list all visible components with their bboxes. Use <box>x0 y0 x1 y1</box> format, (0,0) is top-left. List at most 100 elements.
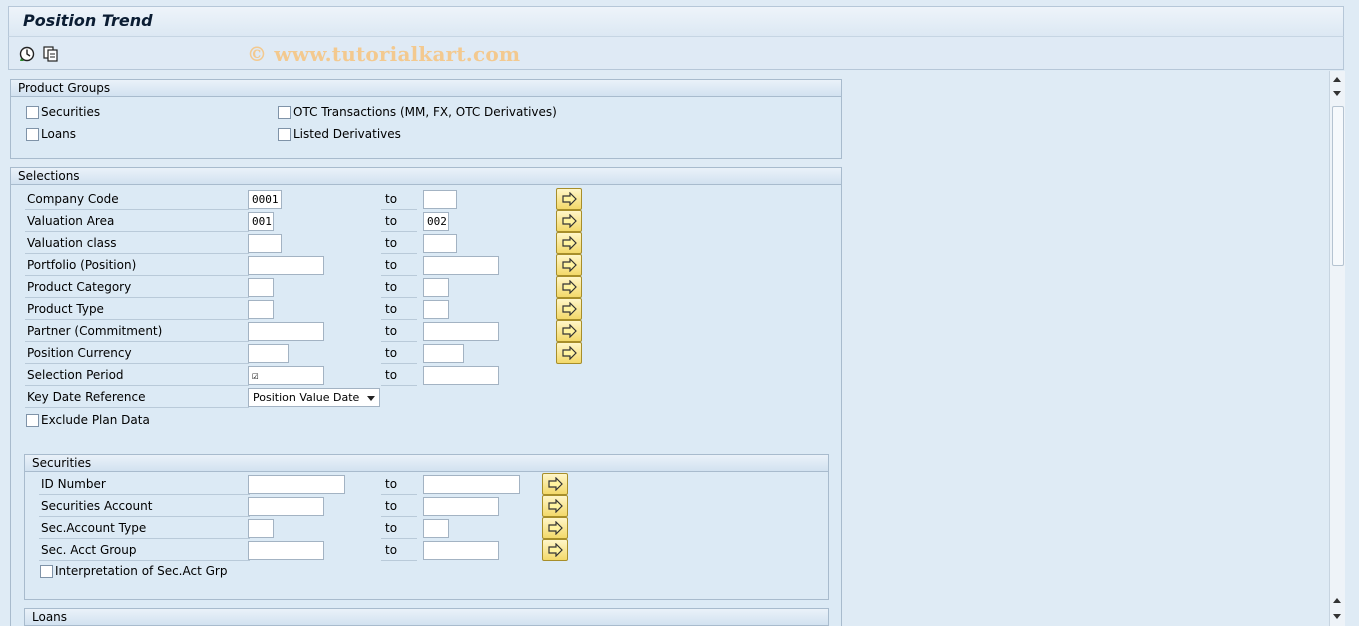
arrow-right-icon <box>562 214 577 228</box>
sec-acct-group-from-input[interactable] <box>248 541 324 560</box>
sec-account-type-label: Sec.Account Type <box>39 519 250 539</box>
key-date-reference-select[interactable]: Position Value Date <box>248 388 380 407</box>
product-groups-box: Product Groups Securities Loans OTC Tran… <box>10 79 842 159</box>
sec-acct-group-multiple-selection-button[interactable] <box>542 539 568 561</box>
exclude-plan-data-label: Exclude Plan Data <box>41 413 150 427</box>
watermark: © www.tutorialkart.com <box>247 42 521 66</box>
selections-header: Selections <box>11 168 841 185</box>
sec-account-type-from-input[interactable] <box>248 519 274 538</box>
to-label: to <box>381 300 417 320</box>
exclude-plan-data-checkbox[interactable] <box>26 414 39 427</box>
vertical-scrollbar[interactable] <box>1329 71 1345 626</box>
arrow-right-icon <box>548 499 563 513</box>
sec-acct-group-to-input[interactable] <box>423 541 499 560</box>
arrow-right-icon <box>562 192 577 206</box>
title-bar: Position Trend <box>8 6 1344 36</box>
company-code-from-input[interactable]: 0001 <box>248 190 282 209</box>
arrow-right-icon <box>548 477 563 491</box>
to-label: to <box>381 322 417 342</box>
application-toolbar: © www.tutorialkart.com <box>8 36 1344 70</box>
securities-account-to-input[interactable] <box>423 497 499 516</box>
position-currency-from-input[interactable] <box>248 344 289 363</box>
to-label: to <box>381 234 417 254</box>
partner-multiple-selection-button[interactable] <box>556 320 582 342</box>
product-category-to-input[interactable] <box>423 278 449 297</box>
id-number-to-input[interactable] <box>423 475 520 494</box>
loans-checkbox[interactable] <box>26 128 39 141</box>
to-label: to <box>381 497 417 517</box>
portfolio-from-input[interactable] <box>248 256 324 275</box>
partner-label: Partner (Commitment) <box>25 322 249 342</box>
valuation-class-label: Valuation class <box>25 234 249 254</box>
loans-header: Loans <box>25 609 828 626</box>
to-label: to <box>381 519 417 539</box>
listed-derivatives-checkbox[interactable] <box>278 128 291 141</box>
partner-from-input[interactable] <box>248 322 324 341</box>
selections-box: Selections Company Code 0001 to Valuatio… <box>10 167 842 626</box>
sec-acct-group-label: Sec. Acct Group <box>39 541 250 561</box>
id-number-from-input[interactable] <box>248 475 345 494</box>
scroll-down-icon[interactable] <box>1333 91 1341 96</box>
selection-period-to-input[interactable] <box>423 366 499 385</box>
company-code-to-input[interactable] <box>423 190 457 209</box>
scrollbar-thumb[interactable] <box>1332 106 1344 266</box>
product-type-multiple-selection-button[interactable] <box>556 298 582 320</box>
sec-account-type-to-input[interactable] <box>423 519 449 538</box>
to-label: to <box>381 344 417 364</box>
scroll-page-up-icon[interactable] <box>1333 598 1341 603</box>
position-currency-label: Position Currency <box>25 344 249 364</box>
interpretation-sec-act-grp-label: Interpretation of Sec.Act Grp <box>55 564 228 578</box>
to-label: to <box>381 475 417 495</box>
product-category-multiple-selection-button[interactable] <box>556 276 582 298</box>
to-label: to <box>381 366 417 386</box>
arrow-right-icon <box>548 543 563 557</box>
selection-screen: Product Groups Securities Loans OTC Tran… <box>0 71 1328 626</box>
to-label: to <box>381 212 417 232</box>
chevron-down-icon <box>367 396 375 401</box>
position-currency-multiple-selection-button[interactable] <box>556 342 582 364</box>
valuation-area-from-input[interactable]: 001 <box>248 212 274 231</box>
loans-checkbox-label: Loans <box>41 127 77 141</box>
scroll-page-down-icon[interactable] <box>1333 614 1341 619</box>
portfolio-multiple-selection-button[interactable] <box>556 254 582 276</box>
valuation-class-multiple-selection-button[interactable] <box>556 232 582 254</box>
arrow-right-icon <box>562 324 577 338</box>
arrow-right-icon <box>548 521 563 535</box>
securities-checkbox[interactable] <box>26 106 39 119</box>
product-category-from-input[interactable] <box>248 278 274 297</box>
valuation-class-from-input[interactable] <box>248 234 282 253</box>
company-code-label: Company Code <box>25 190 249 210</box>
key-date-reference-label: Key Date Reference <box>25 388 249 408</box>
product-type-label: Product Type <box>25 300 249 320</box>
securities-header: Securities <box>25 455 828 472</box>
position-currency-to-input[interactable] <box>423 344 464 363</box>
id-number-multiple-selection-button[interactable] <box>542 473 568 495</box>
product-type-to-input[interactable] <box>423 300 449 319</box>
loans-box: Loans <box>24 608 829 626</box>
valuation-class-to-input[interactable] <box>423 234 457 253</box>
to-label: to <box>381 190 417 210</box>
interpretation-sec-act-grp-checkbox[interactable] <box>40 565 53 578</box>
product-category-label: Product Category <box>25 278 249 298</box>
get-variant-icon[interactable] <box>42 45 60 63</box>
otc-checkbox[interactable] <box>278 106 291 119</box>
valuation-area-label: Valuation Area <box>25 212 249 232</box>
valuation-area-multiple-selection-button[interactable] <box>556 210 582 232</box>
product-type-from-input[interactable] <box>248 300 274 319</box>
selection-period-label: Selection Period <box>25 366 249 386</box>
portfolio-to-input[interactable] <box>423 256 499 275</box>
company-code-multiple-selection-button[interactable] <box>556 188 582 210</box>
securities-account-multiple-selection-button[interactable] <box>542 495 568 517</box>
execute-clock-icon[interactable] <box>18 45 36 63</box>
to-label: to <box>381 256 417 276</box>
to-label: to <box>381 541 417 561</box>
to-label: to <box>381 278 417 298</box>
valuation-area-to-input[interactable]: 002 <box>423 212 449 231</box>
partner-to-input[interactable] <box>423 322 499 341</box>
arrow-right-icon <box>562 302 577 316</box>
scroll-up-icon[interactable] <box>1333 77 1341 82</box>
sec-account-type-multiple-selection-button[interactable] <box>542 517 568 539</box>
arrow-right-icon <box>562 280 577 294</box>
securities-account-from-input[interactable] <box>248 497 324 516</box>
selection-period-from-input[interactable]: ☑ <box>248 366 324 385</box>
